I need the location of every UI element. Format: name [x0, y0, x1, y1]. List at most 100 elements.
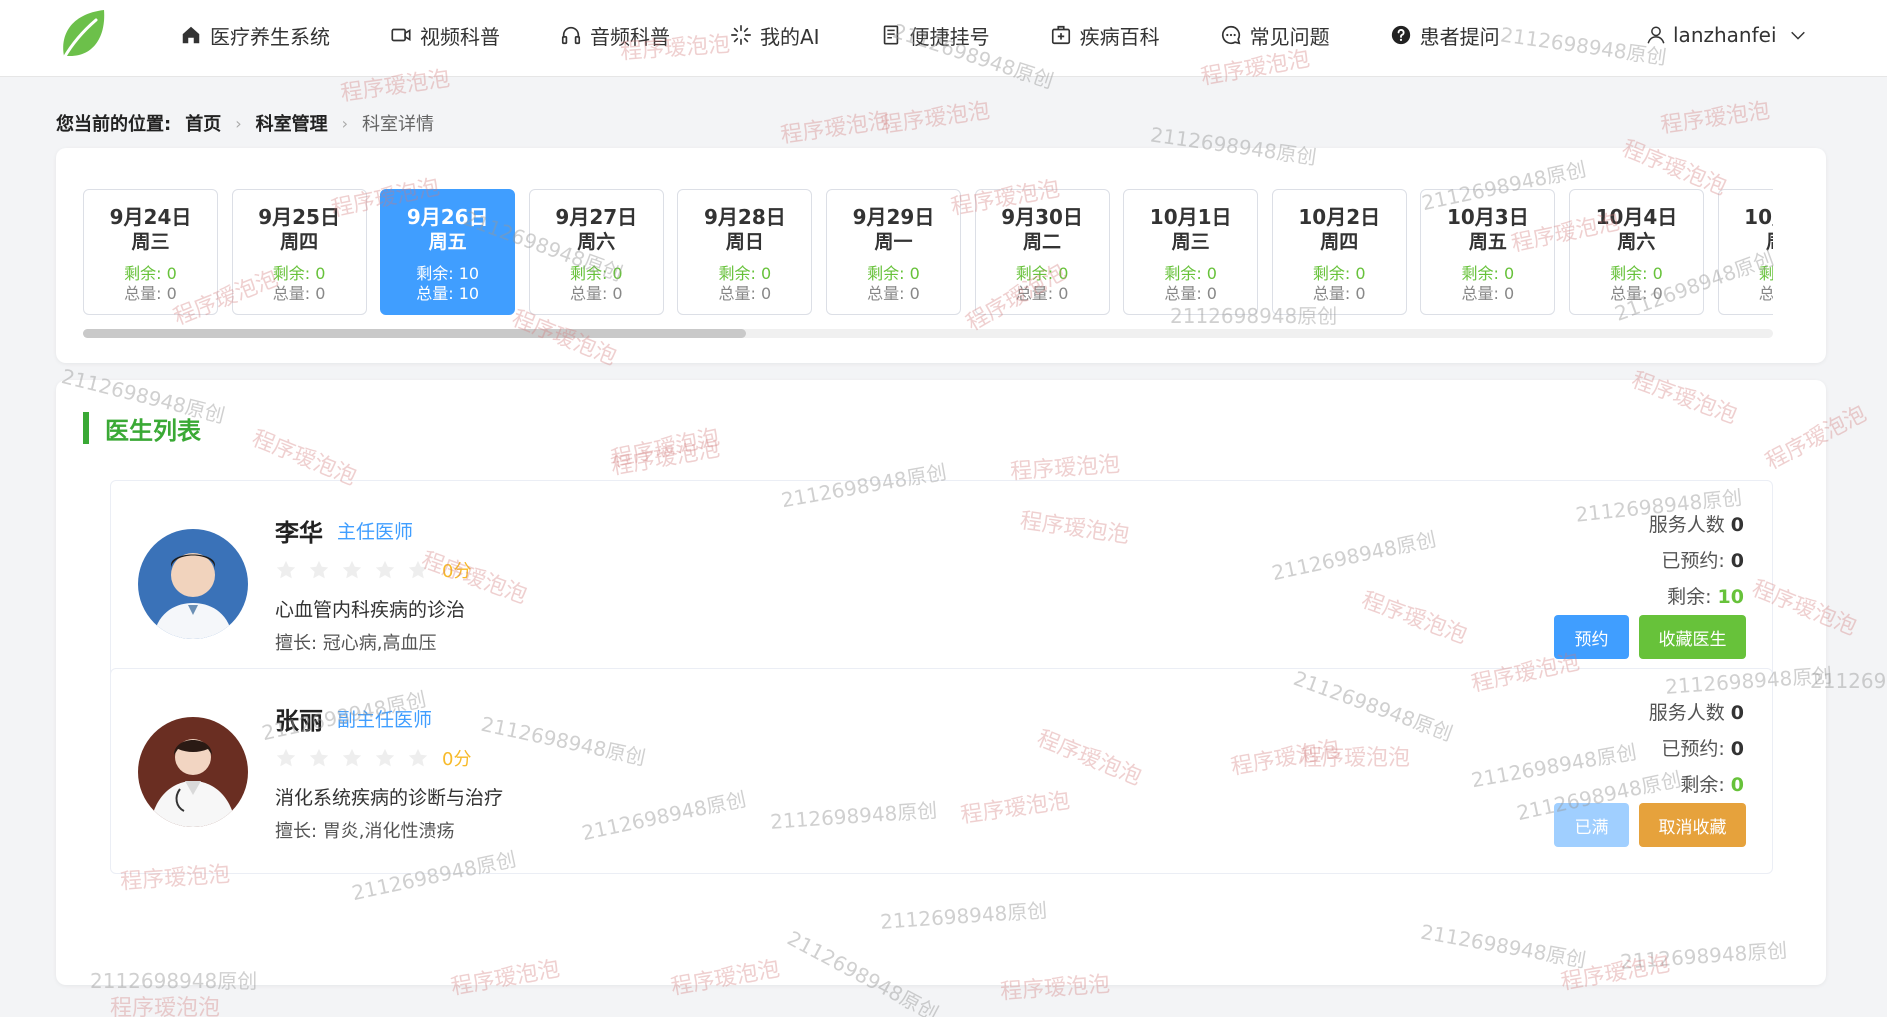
book-button[interactable]: 预约	[1554, 615, 1629, 659]
date-card[interactable]: 9月25日 周四 剩余: 0 总量: 0	[231, 189, 367, 315]
star-icon[interactable]	[374, 747, 396, 769]
remaining-count: 剩余: 0	[1164, 264, 1217, 283]
weekday-label: 周四	[280, 231, 319, 253]
doctor-list-title: 医生列表	[105, 416, 201, 445]
remaining-count: 剩余: 0	[1680, 774, 1744, 796]
favorite-button[interactable]: 收藏医生	[1639, 615, 1746, 659]
breadcrumb-dept-manage[interactable]: 科室管理	[256, 110, 328, 136]
date-card[interactable]: 10月4日 周六 剩余: 0 总量: 0	[1568, 189, 1704, 315]
chevron-down-icon[interactable]	[1789, 26, 1807, 44]
total-count: 总量: 0	[1461, 284, 1515, 303]
remaining-count: 剩余: 0	[867, 264, 920, 283]
date-card[interactable]: 10月1日 周三 剩余: 0 总量: 0	[1123, 189, 1259, 315]
medical-box-icon	[1050, 24, 1080, 46]
doctor-name: 张丽	[275, 707, 323, 735]
nav-label: 音频科普	[590, 24, 670, 49]
star-icon[interactable]	[275, 747, 297, 769]
headphones-icon	[560, 24, 590, 46]
star-icon[interactable]	[407, 747, 429, 769]
doctor-description: 心血管内科疾病的诊治	[275, 599, 466, 621]
date-strip: 9月24日 周三 剩余: 0 总量: 0 9月25日 周四 剩余: 0 总量: 0 9月26日周…	[83, 189, 1773, 319]
watermark: 程序瑷泡泡	[779, 108, 892, 149]
weekday-label: 周三	[131, 231, 170, 253]
nav-item-1[interactable]: 视频科普	[390, 21, 500, 50]
notebook-icon	[880, 24, 910, 46]
doctor-card: 李华 主任医师 0分 心血管内科疾病的诊治 擅长: 冠心病,高血压 服务人数 0 已预约: 0 剩…	[110, 480, 1773, 686]
weekday-label: 周五	[428, 231, 467, 253]
doctor-description: 消化系统疾病的诊断与治疗	[275, 787, 504, 809]
weekday-label: 周日	[725, 231, 764, 253]
remaining-count: 剩余: 0	[1312, 264, 1366, 283]
remaining-count: 剩余: 0	[1610, 264, 1663, 283]
doctor-list-panel: 医生列表 李华 主任医师 0分 心血管内科疾病的诊治 擅长: 冠心病,高血压 服务人数 0 已…	[56, 380, 1826, 985]
doctor-actions: 已满 取消收藏	[1544, 803, 1746, 847]
favorite-button[interactable]: 取消收藏	[1639, 803, 1746, 847]
total-count: 总量: 0	[867, 284, 920, 303]
star-icon[interactable]	[407, 559, 429, 581]
watermark: 程序瑷泡泡	[110, 996, 221, 1017]
rating-stars: 0分	[275, 557, 471, 583]
weekday-label: 周四	[1320, 231, 1359, 253]
doctor-avatar	[138, 717, 248, 827]
doctor-card: 张丽 副主任医师 0分 消化系统疾病的诊断与治疗 擅长: 胃炎,消化性溃疡 服务人数 0 已预…	[110, 668, 1773, 874]
date-label: 9月30日	[1001, 205, 1083, 229]
star-icon[interactable]	[275, 559, 297, 581]
watermark: 程序瑷泡泡	[1659, 98, 1772, 139]
nav-item-7[interactable]: 患者提问	[1390, 21, 1500, 50]
total-count: 总量: 10	[416, 284, 480, 303]
nav-item-5[interactable]: 疾病百科	[1050, 21, 1160, 50]
date-card[interactable]: 10月5日周日剩余: 0总量: 0	[1717, 189, 1773, 315]
date-label: 10月5日	[1744, 205, 1773, 229]
scrollbar-thumb[interactable]	[83, 329, 746, 338]
date-card[interactable]: 10月3日 周五剩余: 0 总量: 0	[1420, 189, 1556, 315]
date-card[interactable]: 9月30日 周二 剩余: 0 总量: 0	[974, 189, 1110, 315]
nav-item-0[interactable]: 医疗养生系统	[180, 21, 330, 50]
question-icon	[1390, 24, 1420, 46]
nav-item-6[interactable]: 常见问题	[1220, 21, 1330, 50]
sparkle-icon	[730, 24, 760, 46]
user-menu[interactable]: lanzhanfei	[1645, 0, 1813, 70]
leaf-logo-icon[interactable]	[58, 6, 108, 62]
remaining-count: 剩余: 0	[124, 264, 177, 283]
remaining-count: 剩余: 0	[1758, 264, 1773, 283]
star-icon[interactable]	[341, 747, 363, 769]
date-card[interactable]: 9月26日 周五 剩余: 10 总量: 10	[380, 189, 516, 315]
weekday-label: 周一	[874, 231, 913, 253]
rating-score: 0分	[442, 749, 472, 770]
service-count: 服务人数 0	[1648, 702, 1744, 724]
weekday-label: 周六	[577, 231, 616, 253]
horizontal-scrollbar[interactable]	[83, 329, 1773, 338]
doctor-title: 主任医师	[337, 521, 414, 543]
star-icon[interactable]	[308, 747, 330, 769]
star-icon[interactable]	[374, 559, 396, 581]
doctor-avatar	[138, 529, 248, 639]
nav-item-4[interactable]: 便捷挂号	[880, 21, 990, 50]
breadcrumb-home[interactable]: 首页	[185, 110, 221, 136]
doctor-specialty: 擅长: 冠心病,高血压	[275, 633, 437, 654]
date-card[interactable]: 10月2日 周四 剩余: 0 总量: 0	[1271, 189, 1407, 315]
date-card[interactable]: 9月24日 周三 剩余: 0 总量: 0	[83, 189, 218, 315]
star-icon[interactable]	[341, 559, 363, 581]
star-icon[interactable]	[308, 559, 330, 581]
date-label: 9月24日	[109, 205, 192, 229]
nav-item-2[interactable]: 音频科普	[560, 21, 670, 50]
doctor-actions: 预约 收藏医生	[1544, 615, 1746, 659]
remaining-count: 剩余: 0	[1461, 264, 1515, 283]
doctor-stats: 服务人数 0 已预约: 0 剩余: 10	[1472, 507, 1772, 615]
book-button[interactable]: 已满	[1554, 803, 1629, 847]
booked-count: 已预约: 0	[1661, 550, 1744, 572]
remaining-count: 剩余: 0	[1015, 264, 1069, 283]
date-card[interactable]: 9月28日 周日 剩余: 0 总量: 0	[677, 189, 813, 315]
date-label: 10月3日	[1446, 205, 1529, 229]
date-card[interactable]: 9月27日 周六 剩余: 0 总量: 0	[528, 189, 664, 315]
date-card[interactable]: 9月29日 周一 剩余: 0 总量: 0	[825, 189, 961, 315]
nav-label: 医疗养生系统	[210, 24, 330, 49]
weekday-label: 周五	[1468, 231, 1507, 253]
top-navbar: 医疗养生系统 视频科普 音频科普 我的AI 便捷挂号 疾病百科 常见问题 患者提问 lanzh…	[0, 0, 1887, 77]
total-count: 总量: 0	[1758, 284, 1773, 303]
total-count: 总量: 0	[718, 284, 772, 303]
nav-label: 患者提问	[1419, 24, 1500, 49]
date-label: 9月26日	[406, 205, 489, 229]
nav-item-3[interactable]: 我的AI	[730, 21, 820, 50]
breadcrumb-dept-detail: 科室详情	[362, 114, 435, 135]
